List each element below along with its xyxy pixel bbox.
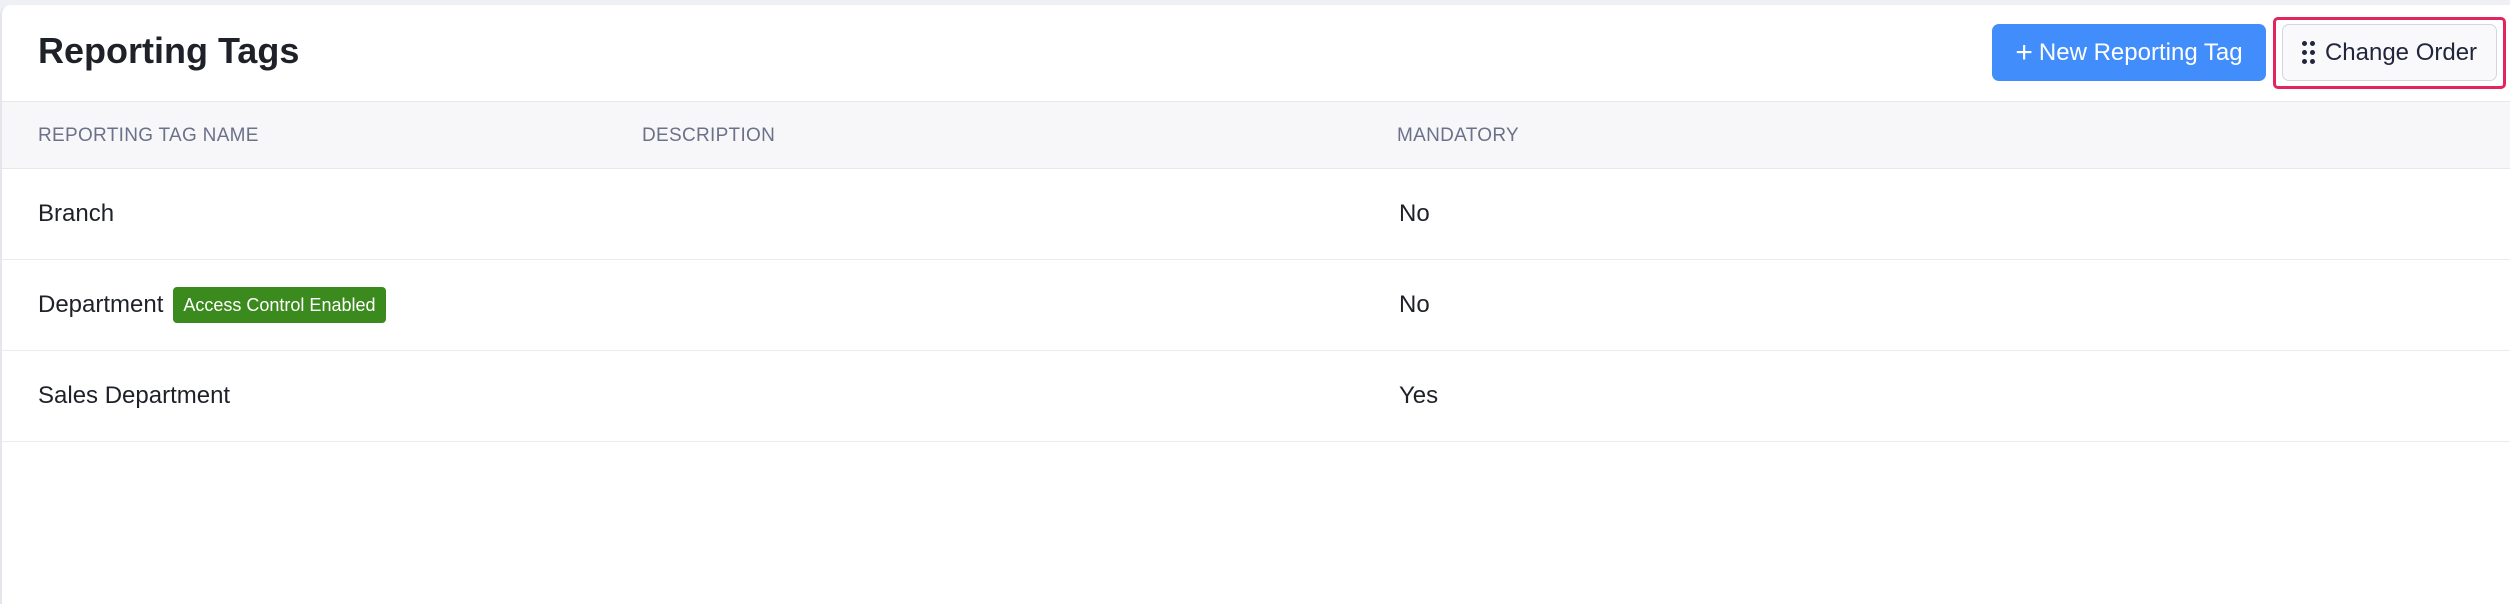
tag-name-cell[interactable]: Department Access Control Enabled <box>38 260 386 350</box>
page-title: Reporting Tags <box>38 30 300 71</box>
plus-icon: + <box>2015 35 2033 69</box>
tag-name-cell[interactable]: Branch <box>38 169 114 259</box>
change-order-button[interactable]: Change Order <box>2282 24 2497 81</box>
reporting-tags-page: Reporting Tags + New Reporting Tag Chang… <box>0 5 2510 604</box>
table-row[interactable]: Department Access Control Enabled No <box>2 260 2510 351</box>
mandatory-cell: Yes <box>1399 382 1439 409</box>
tag-name-cell[interactable]: Sales Department <box>38 351 230 441</box>
table-header: REPORTING TAG NAME DESCRIPTION MANDATORY <box>2 102 2510 169</box>
mandatory-cell: No <box>1399 200 1430 227</box>
new-reporting-tag-label: New Reporting Tag <box>2038 38 2243 66</box>
new-reporting-tag-button[interactable]: + New Reporting Tag <box>1992 24 2266 81</box>
table-row[interactable]: Sales Department Yes <box>2 351 2510 442</box>
page-header: Reporting Tags + New Reporting Tag Chang… <box>2 5 2510 102</box>
column-header-name[interactable]: REPORTING TAG NAME <box>38 102 259 169</box>
column-header-description[interactable]: DESCRIPTION <box>642 102 775 169</box>
mandatory-cell: No <box>1399 291 1430 318</box>
tag-name[interactable]: Branch <box>38 200 114 228</box>
tag-name[interactable]: Sales Department <box>38 382 230 410</box>
column-header-mandatory[interactable]: MANDATORY <box>1397 102 1519 169</box>
drag-handle-icon <box>2301 41 2315 64</box>
table-row[interactable]: Branch No <box>2 169 2510 260</box>
access-control-badge: Access Control Enabled <box>173 287 386 323</box>
change-order-label: Change Order <box>2324 38 2478 66</box>
tag-name[interactable]: Department <box>38 291 163 319</box>
